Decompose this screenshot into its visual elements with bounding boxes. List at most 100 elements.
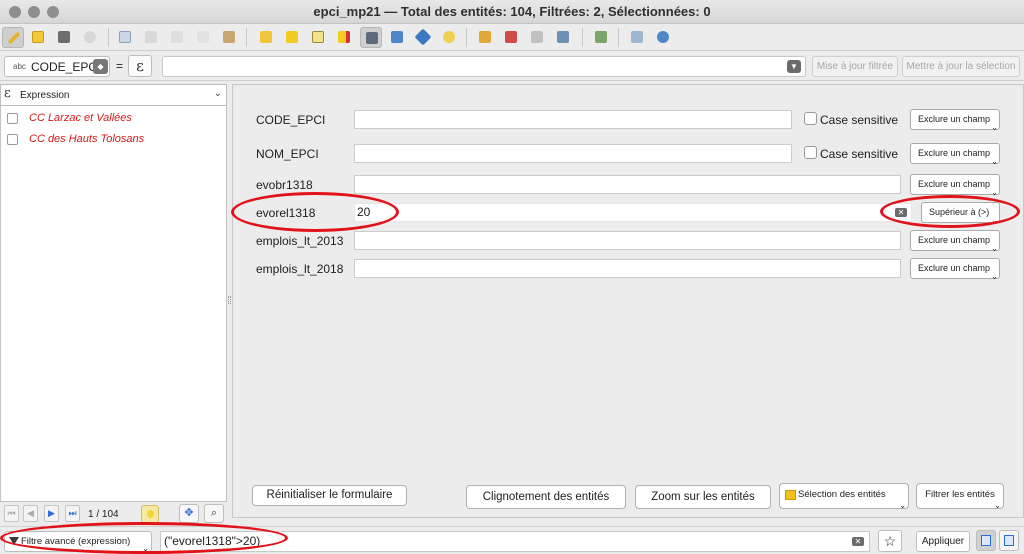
title-bar: epci_mp21 — Total des entités: 104, Filt… xyxy=(0,0,1024,24)
equals-sign: = xyxy=(116,59,124,73)
exclude-field-dropdown[interactable]: Exclure un champ ⌄ xyxy=(910,143,1000,166)
emplois-lt-2013-input[interactable] xyxy=(354,231,901,250)
zoom-to-icon xyxy=(443,31,455,43)
cut-button[interactable] xyxy=(166,27,188,48)
next-feature-button[interactable]: ▶ xyxy=(44,505,59,522)
evorel1318-input[interactable]: 20 xyxy=(354,203,912,222)
field-label-code-epci: CODE_EPCI xyxy=(256,113,326,127)
feature-navigation: ⏮ ◀ ▶ ⏭ 1 / 104 ✥ ⌕ xyxy=(0,502,228,526)
filter-selected-button[interactable] xyxy=(360,27,382,48)
previous-feature-button[interactable]: ◀ xyxy=(23,505,38,522)
field-calculator-button[interactable] xyxy=(552,27,574,48)
clear-input-icon[interactable]: ✕ xyxy=(895,208,907,217)
new-field-button[interactable] xyxy=(474,27,496,48)
first-feature-button[interactable]: ⏮ xyxy=(4,505,19,522)
update-selection-button[interactable]: Mettre à jour la sélection xyxy=(902,56,1020,77)
select-features-button[interactable]: Sélection des entités ⌄ xyxy=(779,483,909,510)
form-view-button[interactable] xyxy=(652,27,674,48)
chevron-down-icon: ⌄ xyxy=(991,244,998,253)
dock-icon xyxy=(595,31,607,43)
select-all-icon xyxy=(286,31,298,43)
favorite-expression-button[interactable]: ☆ xyxy=(878,530,902,552)
zoom-to-features-button[interactable]: Zoom sur les entités xyxy=(635,485,771,509)
feature-checkbox[interactable] xyxy=(7,113,18,124)
paste-button[interactable] xyxy=(218,27,240,48)
deselect-icon xyxy=(338,31,350,43)
quick-filter-input[interactable]: ▼ xyxy=(162,56,806,77)
invert-selection-icon xyxy=(312,31,324,43)
delete-feature-button[interactable] xyxy=(140,27,162,48)
flash-features-button[interactable]: Clignotement des entités xyxy=(466,485,626,509)
reset-form-button[interactable]: Réinitialiser le formulaire xyxy=(252,485,407,506)
field-label-evobr1318: evobr1318 xyxy=(256,178,313,192)
form-view-icon xyxy=(981,535,991,546)
actions-button[interactable] xyxy=(626,27,648,48)
feature-checkbox[interactable] xyxy=(7,134,18,145)
delete-field-icon xyxy=(505,31,517,43)
comparison-operator-dropdown[interactable]: Supérieur à (>) ⌄ xyxy=(921,202,1000,225)
nom-epci-input[interactable] xyxy=(354,144,792,163)
chevron-down-icon: ⌄ xyxy=(994,501,1001,510)
select-all-button[interactable] xyxy=(281,27,303,48)
funnel-icon xyxy=(9,537,19,545)
exclude-field-dropdown[interactable]: Exclure un champ ⌄ xyxy=(910,174,1000,197)
filter-features-button[interactable]: Filtrer les entités ⌄ xyxy=(916,483,1004,510)
splitter-grip-icon xyxy=(228,296,231,304)
invert-selection-button[interactable] xyxy=(307,27,329,48)
multi-edit-button[interactable] xyxy=(27,27,49,48)
exclude-field-dropdown[interactable]: Exclure un champ ⌄ xyxy=(910,109,1000,132)
dock-window-button[interactable] xyxy=(590,27,612,48)
expression-builder-button[interactable]: ε xyxy=(128,55,152,77)
evobr1318-input[interactable] xyxy=(354,175,901,194)
list-item[interactable]: CC Larzac et Vallées xyxy=(1,109,228,129)
case-sensitive-checkbox[interactable] xyxy=(804,112,817,125)
exclude-field-dropdown[interactable]: Exclure un champ ⌄ xyxy=(910,258,1000,281)
last-feature-button[interactable]: ⏭ xyxy=(65,505,80,522)
deselect-all-button[interactable] xyxy=(333,27,355,48)
emplois-lt-2018-input[interactable] xyxy=(354,259,901,278)
code-epci-input[interactable] xyxy=(354,110,792,129)
field-type-label: abc xyxy=(13,62,26,71)
actions-icon xyxy=(631,31,643,43)
pan-to-feature-button[interactable]: ✥ xyxy=(179,504,199,523)
reload-button[interactable] xyxy=(79,27,101,48)
expression-icon: ε xyxy=(136,57,144,75)
add-feature-button[interactable] xyxy=(114,27,136,48)
chevron-down-icon: ⌄ xyxy=(991,272,998,281)
clear-input-icon[interactable]: ✕ xyxy=(852,537,864,546)
save-edits-button[interactable] xyxy=(53,27,75,48)
filter-mode-dropdown[interactable]: Filtre avancé (expression) ⌄ xyxy=(4,531,152,553)
apply-filter-button[interactable]: Appliquer xyxy=(916,531,970,552)
exclude-field-dropdown[interactable]: Exclure un champ ⌄ xyxy=(910,230,1000,253)
feature-name: CC Larzac et Vallées xyxy=(29,112,132,124)
conditional-formatting-button[interactable] xyxy=(526,27,548,48)
case-sensitive-label: Case sensitive xyxy=(820,147,899,161)
field-combobox[interactable]: abc CODE_EPCI ◆ xyxy=(4,56,110,77)
move-selection-top-button[interactable] xyxy=(386,27,408,48)
display-expression-combobox[interactable]: ε Expression ⌄ xyxy=(0,84,227,106)
select-by-expression-button[interactable] xyxy=(255,27,277,48)
delete-field-button[interactable] xyxy=(500,27,522,48)
table-view-toggle[interactable] xyxy=(999,530,1019,551)
pan-to-selection-button[interactable] xyxy=(412,27,434,48)
zoom-to-selection-button[interactable] xyxy=(438,27,460,48)
quick-filter-row: abc CODE_EPCI ◆ = ε ▼ Mise à jour filtré… xyxy=(0,51,1024,81)
highlight-feature-button[interactable] xyxy=(141,505,159,523)
zoom-to-feature-button[interactable]: ⌕ xyxy=(204,504,224,523)
form-view-toggle[interactable] xyxy=(976,530,996,551)
search-form-panel: CODE_EPCI Case sensitive Exclure un cham… xyxy=(232,84,1024,518)
feature-list: CC Larzac et Vallées CC des Hauts Tolosa… xyxy=(0,106,227,502)
list-item[interactable]: CC des Hauts Tolosans xyxy=(1,130,228,150)
filter-expression-input[interactable]: ("evorel1318">20) ✕ xyxy=(160,531,870,552)
chevron-down-icon[interactable]: ▼ xyxy=(787,60,801,73)
update-filtered-button[interactable]: Mise à jour filtrée xyxy=(812,56,898,77)
copy-button[interactable] xyxy=(192,27,214,48)
edit-pencil-icon xyxy=(7,31,21,45)
chevron-down-icon: ⌄ xyxy=(991,216,998,225)
chevron-down-icon: ⌄ xyxy=(213,88,222,99)
star-icon: ☆ xyxy=(883,533,897,549)
toggle-editing-button[interactable] xyxy=(2,27,24,48)
reload-icon xyxy=(84,31,96,43)
new-field-icon xyxy=(479,31,491,43)
case-sensitive-checkbox[interactable] xyxy=(804,146,817,159)
